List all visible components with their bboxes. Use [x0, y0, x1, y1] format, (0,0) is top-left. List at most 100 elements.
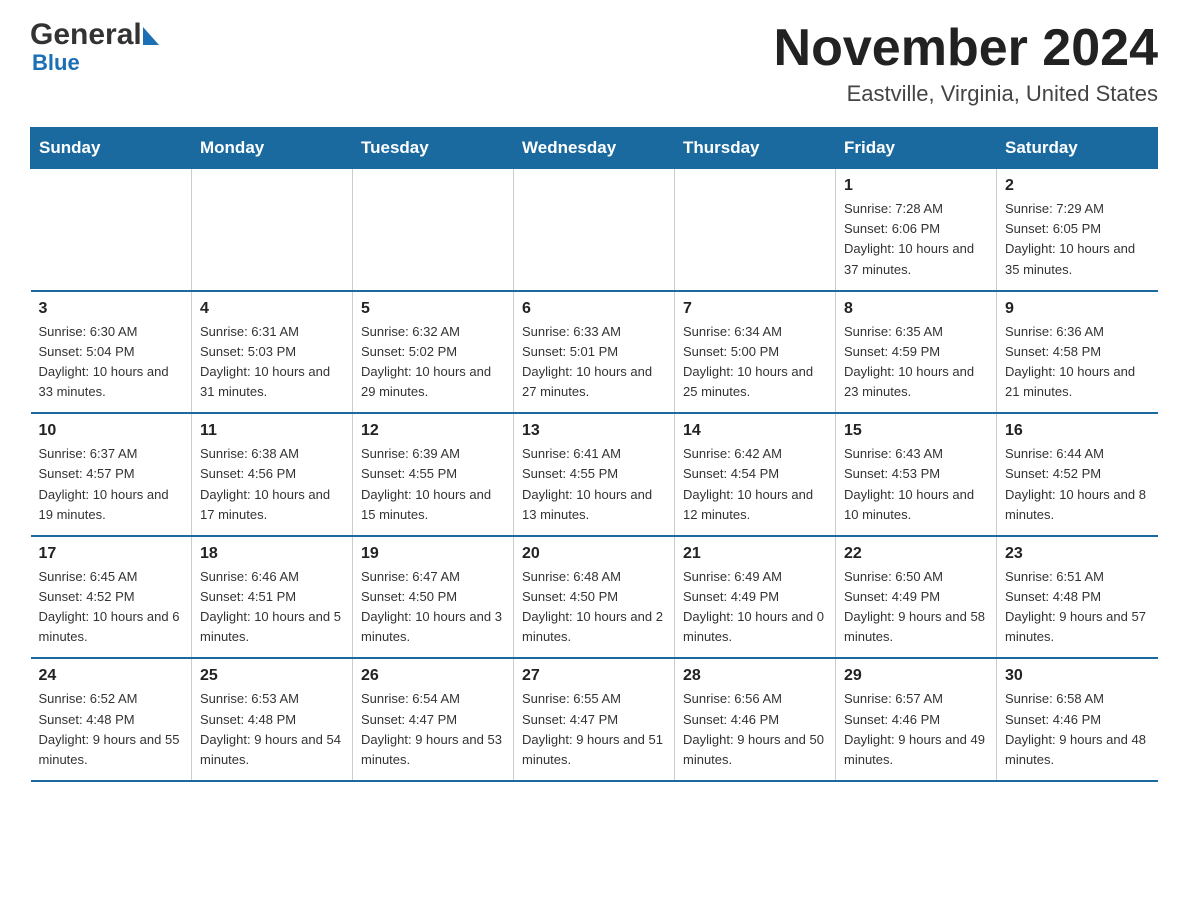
day-sun-info: Sunrise: 6:32 AM Sunset: 5:02 PM Dayligh…: [361, 322, 505, 403]
calendar-week-row: 24Sunrise: 6:52 AM Sunset: 4:48 PM Dayli…: [31, 658, 1158, 781]
page-subtitle: Eastville, Virginia, United States: [774, 81, 1158, 107]
day-sun-info: Sunrise: 6:50 AM Sunset: 4:49 PM Dayligh…: [844, 567, 988, 648]
calendar-cell: 25 Sunrise: 6:53 AM Sunset: 4:48 PM Dayli…: [192, 658, 353, 781]
calendar-cell: 8Sunrise: 6:35 AM Sunset: 4:59 PM Daylig…: [836, 291, 997, 414]
day-sun-info: Sunrise: 6:37 AM Sunset: 4:57 PM Dayligh…: [39, 444, 184, 525]
day-sun-info: Sunrise: 6:30 AM Sunset: 5:04 PM Dayligh…: [39, 322, 184, 403]
page-title: November 2024: [774, 20, 1158, 77]
logo-arrow-icon: [143, 27, 159, 45]
day-sun-info: Sunrise: 6:41 AM Sunset: 4:55 PM Dayligh…: [522, 444, 666, 525]
day-number: 1: [844, 177, 988, 195]
day-sun-info: Sunrise: 6:45 AM Sunset: 4:52 PM Dayligh…: [39, 567, 184, 648]
day-number: 29: [844, 667, 988, 685]
day-number: 10: [39, 422, 184, 440]
weekday-header-row: Sunday Monday Tuesday Wednesday Thursday…: [31, 128, 1158, 169]
day-sun-info: Sunrise: 6:53 AM Sunset: 4:48 PM Dayligh…: [200, 689, 344, 770]
day-sun-info: Sunrise: 6:48 AM Sunset: 4:50 PM Dayligh…: [522, 567, 666, 648]
day-number: 9: [1005, 300, 1150, 318]
day-sun-info: Sunrise: 6:31 AM Sunset: 5:03 PM Dayligh…: [200, 322, 344, 403]
calendar-table: Sunday Monday Tuesday Wednesday Thursday…: [30, 127, 1158, 782]
calendar-cell: 5 Sunrise: 6:32 AM Sunset: 5:02 PM Daylig…: [353, 291, 514, 414]
calendar-cell: 11Sunrise: 6:38 AM Sunset: 4:56 PM Dayli…: [192, 413, 353, 536]
calendar-cell: 9 Sunrise: 6:36 AM Sunset: 4:58 PM Daylig…: [997, 291, 1158, 414]
calendar-cell: 30 Sunrise: 6:58 AM Sunset: 4:46 PM Dayli…: [997, 658, 1158, 781]
day-sun-info: Sunrise: 6:34 AM Sunset: 5:00 PM Dayligh…: [683, 322, 827, 403]
day-number: 18: [200, 545, 344, 563]
calendar-cell: 24Sunrise: 6:52 AM Sunset: 4:48 PM Dayli…: [31, 658, 192, 781]
calendar-week-row: 17 Sunrise: 6:45 AM Sunset: 4:52 PM Dayli…: [31, 536, 1158, 659]
day-number: 15: [844, 422, 988, 440]
day-sun-info: Sunrise: 6:46 AM Sunset: 4:51 PM Dayligh…: [200, 567, 344, 648]
day-number: 20: [522, 545, 666, 563]
day-sun-info: Sunrise: 6:42 AM Sunset: 4:54 PM Dayligh…: [683, 444, 827, 525]
day-sun-info: Sunrise: 6:55 AM Sunset: 4:47 PM Dayligh…: [522, 689, 666, 770]
header-sunday: Sunday: [31, 128, 192, 169]
calendar-cell: 21Sunrise: 6:49 AM Sunset: 4:49 PM Dayli…: [675, 536, 836, 659]
calendar-cell: 7 Sunrise: 6:34 AM Sunset: 5:00 PM Daylig…: [675, 291, 836, 414]
day-number: 12: [361, 422, 505, 440]
calendar-cell: 19Sunrise: 6:47 AM Sunset: 4:50 PM Dayli…: [353, 536, 514, 659]
logo-name: General: [30, 20, 159, 50]
calendar-week-row: 1Sunrise: 7:28 AM Sunset: 6:06 PM Daylig…: [31, 169, 1158, 291]
day-sun-info: Sunrise: 7:29 AM Sunset: 6:05 PM Dayligh…: [1005, 199, 1150, 280]
day-sun-info: Sunrise: 6:44 AM Sunset: 4:52 PM Dayligh…: [1005, 444, 1150, 525]
header-wednesday: Wednesday: [514, 128, 675, 169]
calendar-cell: [353, 169, 514, 291]
header-monday: Monday: [192, 128, 353, 169]
calendar-cell: 23 Sunrise: 6:51 AM Sunset: 4:48 PM Dayli…: [997, 536, 1158, 659]
day-sun-info: Sunrise: 6:52 AM Sunset: 4:48 PM Dayligh…: [39, 689, 184, 770]
calendar-cell: 12 Sunrise: 6:39 AM Sunset: 4:55 PM Dayli…: [353, 413, 514, 536]
day-number: 14: [683, 422, 827, 440]
header-friday: Friday: [836, 128, 997, 169]
day-sun-info: Sunrise: 6:36 AM Sunset: 4:58 PM Dayligh…: [1005, 322, 1150, 403]
calendar-cell: 1Sunrise: 7:28 AM Sunset: 6:06 PM Daylig…: [836, 169, 997, 291]
calendar-week-row: 3Sunrise: 6:30 AM Sunset: 5:04 PM Daylig…: [31, 291, 1158, 414]
day-sun-info: Sunrise: 6:54 AM Sunset: 4:47 PM Dayligh…: [361, 689, 505, 770]
day-number: 22: [844, 545, 988, 563]
calendar-cell: [192, 169, 353, 291]
day-number: 21: [683, 545, 827, 563]
day-number: 6: [522, 300, 666, 318]
calendar-cell: 27Sunrise: 6:55 AM Sunset: 4:47 PM Dayli…: [514, 658, 675, 781]
day-sun-info: Sunrise: 6:56 AM Sunset: 4:46 PM Dayligh…: [683, 689, 827, 770]
day-number: 23: [1005, 545, 1150, 563]
calendar-cell: 26 Sunrise: 6:54 AM Sunset: 4:47 PM Dayli…: [353, 658, 514, 781]
day-sun-info: Sunrise: 6:58 AM Sunset: 4:46 PM Dayligh…: [1005, 689, 1150, 770]
calendar-cell: 14 Sunrise: 6:42 AM Sunset: 4:54 PM Dayli…: [675, 413, 836, 536]
calendar-cell: 17 Sunrise: 6:45 AM Sunset: 4:52 PM Dayli…: [31, 536, 192, 659]
day-number: 13: [522, 422, 666, 440]
calendar-cell: 2 Sunrise: 7:29 AM Sunset: 6:05 PM Daylig…: [997, 169, 1158, 291]
logo-sub: Blue: [32, 50, 80, 75]
calendar-cell: 3Sunrise: 6:30 AM Sunset: 5:04 PM Daylig…: [31, 291, 192, 414]
calendar-cell: 10 Sunrise: 6:37 AM Sunset: 4:57 PM Dayli…: [31, 413, 192, 536]
day-number: 5: [361, 300, 505, 318]
day-sun-info: Sunrise: 6:33 AM Sunset: 5:01 PM Dayligh…: [522, 322, 666, 403]
day-number: 19: [361, 545, 505, 563]
day-sun-info: Sunrise: 6:39 AM Sunset: 4:55 PM Dayligh…: [361, 444, 505, 525]
day-number: 26: [361, 667, 505, 685]
day-number: 4: [200, 300, 344, 318]
calendar-cell: 28Sunrise: 6:56 AM Sunset: 4:46 PM Dayli…: [675, 658, 836, 781]
day-number: 25: [200, 667, 344, 685]
header-tuesday: Tuesday: [353, 128, 514, 169]
calendar-cell: 18 Sunrise: 6:46 AM Sunset: 4:51 PM Dayli…: [192, 536, 353, 659]
day-number: 8: [844, 300, 988, 318]
day-number: 7: [683, 300, 827, 318]
calendar-cell: 6 Sunrise: 6:33 AM Sunset: 5:01 PM Daylig…: [514, 291, 675, 414]
calendar-cell: 16Sunrise: 6:44 AM Sunset: 4:52 PM Dayli…: [997, 413, 1158, 536]
calendar-cell: [514, 169, 675, 291]
day-sun-info: Sunrise: 6:57 AM Sunset: 4:46 PM Dayligh…: [844, 689, 988, 770]
day-number: 17: [39, 545, 184, 563]
day-number: 2: [1005, 177, 1150, 195]
day-sun-info: Sunrise: 6:51 AM Sunset: 4:48 PM Dayligh…: [1005, 567, 1150, 648]
calendar-cell: 15Sunrise: 6:43 AM Sunset: 4:53 PM Dayli…: [836, 413, 997, 536]
header-thursday: Thursday: [675, 128, 836, 169]
day-number: 11: [200, 422, 344, 440]
calendar-cell: [31, 169, 192, 291]
calendar-cell: [675, 169, 836, 291]
calendar-week-row: 10 Sunrise: 6:37 AM Sunset: 4:57 PM Dayli…: [31, 413, 1158, 536]
logo: General Blue: [30, 20, 159, 76]
calendar-cell: 13 Sunrise: 6:41 AM Sunset: 4:55 PM Dayli…: [514, 413, 675, 536]
calendar-cell: 20 Sunrise: 6:48 AM Sunset: 4:50 PM Dayli…: [514, 536, 675, 659]
day-number: 30: [1005, 667, 1150, 685]
